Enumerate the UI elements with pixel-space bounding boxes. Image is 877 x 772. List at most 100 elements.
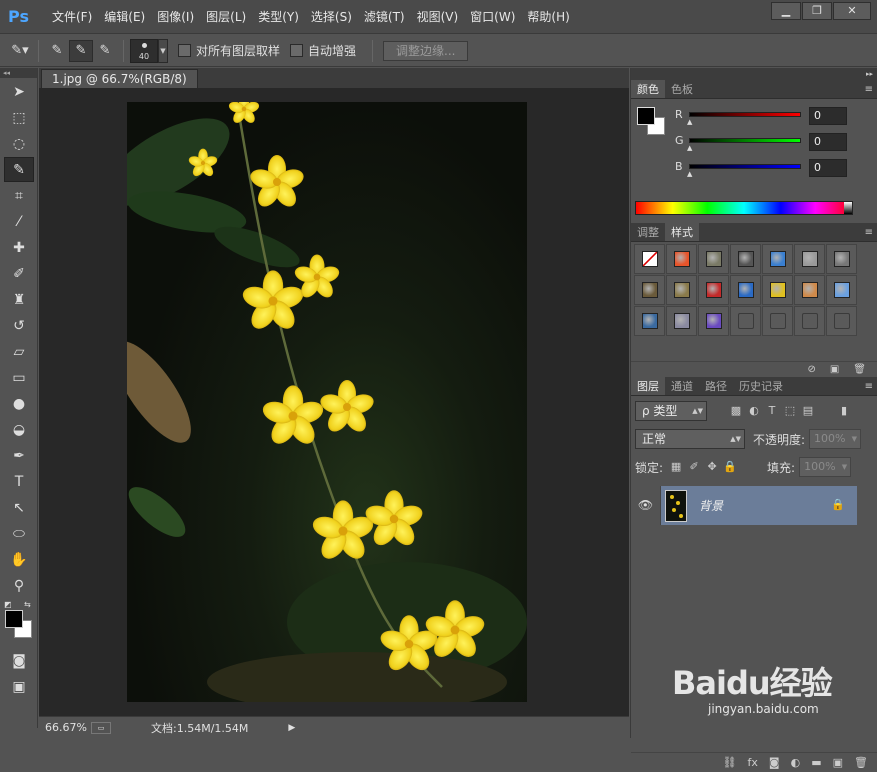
lock-image-icon[interactable]: ✐ [685, 458, 703, 476]
clear-style-icon[interactable]: ⊘ [807, 364, 815, 375]
link-icon[interactable]: ⛓ [723, 756, 737, 769]
move-tool-icon[interactable]: ➤ [4, 79, 34, 104]
style-swatch[interactable] [762, 306, 793, 336]
style-swatch[interactable] [794, 244, 825, 274]
menu-type[interactable]: 类型(Y) [252, 0, 305, 34]
menu-file[interactable]: 文件(F) [46, 0, 98, 34]
red-channel-value[interactable]: 0 [809, 107, 847, 125]
lasso-tool-icon[interactable]: ◌ [4, 131, 34, 156]
toolbox-grip-icon[interactable]: ◂◂ [0, 68, 37, 78]
tab-paths[interactable]: 路径 [699, 377, 733, 395]
eraser-tool-icon[interactable]: ▱ [4, 339, 34, 364]
fill-input[interactable]: 100% ▼ [799, 457, 852, 477]
ellipse-tool-icon[interactable]: ⬭ [4, 521, 34, 546]
mask-icon[interactable]: ◙ [769, 756, 780, 769]
path-selection-tool-icon[interactable]: ↖ [4, 495, 34, 520]
style-swatch[interactable] [698, 306, 729, 336]
new-selection-brush-icon[interactable]: ✎ [45, 40, 69, 62]
style-swatch[interactable] [730, 275, 761, 305]
maximize-button[interactable]: ❐ [802, 2, 832, 20]
lock-transparent-icon[interactable]: ▦ [667, 458, 685, 476]
menu-layer[interactable]: 图层(L) [200, 0, 252, 34]
style-swatch[interactable] [794, 275, 825, 305]
refine-edge-button[interactable]: 调整边缘... [383, 40, 469, 61]
filter-smart-object-icon[interactable]: ▤ [799, 402, 817, 420]
style-swatch[interactable] [826, 306, 857, 336]
green-slider-thumb-icon[interactable]: ▲ [687, 144, 692, 152]
style-swatch[interactable] [634, 275, 665, 305]
status-menu-arrow-icon[interactable]: ▶ [288, 723, 295, 733]
new-layer-icon[interactable]: ▣ [833, 756, 843, 769]
document-tab[interactable]: 1.jpg @ 66.7%(RGB/8) [41, 69, 198, 88]
filter-pixel-icon[interactable]: ▩ [727, 402, 745, 420]
healing-brush-tool-icon[interactable]: ✚ [4, 235, 34, 260]
blur-tool-icon[interactable]: ● [4, 391, 34, 416]
document-canvas-photo[interactable] [127, 102, 527, 702]
style-swatch[interactable] [826, 244, 857, 274]
style-swatch[interactable] [698, 244, 729, 274]
dodge-tool-icon[interactable]: ◒ [4, 417, 34, 442]
minimize-button[interactable]: ▁ [771, 2, 801, 20]
green-channel-slider[interactable] [689, 138, 801, 143]
swap-colors-icon[interactable]: ⇆ [24, 600, 31, 609]
lock-all-icon[interactable]: 🔒 [721, 458, 739, 476]
subtract-selection-brush-icon[interactable]: ✎ [93, 40, 117, 62]
foreground-color-swatch[interactable] [5, 610, 23, 628]
marquee-tool-icon[interactable]: ⬚ [4, 105, 34, 130]
menu-view[interactable]: 视图(V) [411, 0, 465, 34]
crop-tool-icon[interactable]: ⌗ [4, 183, 34, 208]
blue-channel-slider[interactable] [689, 164, 801, 169]
filter-type-icon[interactable]: T [763, 402, 781, 420]
tab-history[interactable]: 历史记录 [733, 377, 789, 395]
tab-adjustments[interactable]: 调整 [631, 223, 665, 241]
style-swatch[interactable] [794, 306, 825, 336]
color-panel-menu-icon[interactable]: ≡ [865, 80, 873, 99]
quick-mask-icon[interactable]: ◙ [4, 648, 34, 673]
blue-channel-value[interactable]: 0 [809, 159, 847, 177]
spectrum-gray-strip[interactable] [844, 202, 852, 214]
layer-filter-select[interactable]: ρ 类型 ▲▼ [635, 401, 707, 421]
quick-selection-tool-icon[interactable]: ✎ [4, 157, 34, 182]
layers-panel-menu-icon[interactable]: ≡ [865, 377, 873, 396]
brush-size-picker[interactable]: 40 [130, 38, 158, 63]
brush-dropdown-arrow-icon[interactable]: ▼ [158, 38, 168, 63]
style-swatch[interactable] [634, 244, 665, 274]
green-channel-value[interactable]: 0 [809, 133, 847, 151]
color-panel-foreground-swatch[interactable] [637, 107, 655, 125]
pen-tool-icon[interactable]: ✒ [4, 443, 34, 468]
screen-mode-icon[interactable]: ▣ [4, 674, 34, 699]
hand-tool-icon[interactable]: ✋ [4, 547, 34, 572]
menu-filter[interactable]: 滤镜(T) [358, 0, 411, 34]
tab-layers[interactable]: 图层 [631, 377, 665, 395]
tab-styles[interactable]: 样式 [665, 223, 699, 241]
style-swatch[interactable] [730, 306, 761, 336]
tool-preset-icon[interactable]: ✎▾ [8, 40, 32, 62]
lock-position-icon[interactable]: ✥ [703, 458, 721, 476]
close-button[interactable]: ✕ [833, 2, 871, 20]
styles-panel-menu-icon[interactable]: ≡ [865, 223, 873, 242]
style-swatch[interactable] [762, 275, 793, 305]
tab-swatches[interactable]: 色板 [665, 80, 699, 98]
type-tool-icon[interactable]: T [4, 469, 34, 494]
sample-all-layers-checkbox[interactable] [178, 44, 191, 57]
style-swatch[interactable] [634, 306, 665, 336]
menu-image[interactable]: 图像(I) [151, 0, 200, 34]
menu-window[interactable]: 窗口(W) [464, 0, 521, 34]
default-colors-icon[interactable]: ◩ [4, 600, 12, 609]
menu-edit[interactable]: 编辑(E) [98, 0, 151, 34]
style-swatch[interactable] [826, 275, 857, 305]
add-selection-brush-icon[interactable]: ✎ [69, 39, 93, 62]
color-spectrum-bar[interactable] [635, 201, 853, 215]
history-brush-tool-icon[interactable]: ↺ [4, 313, 34, 338]
style-swatch[interactable] [698, 275, 729, 305]
style-swatch[interactable] [666, 275, 697, 305]
menu-help[interactable]: 帮助(H) [521, 0, 575, 34]
layer-row[interactable]: 👁 背景 🔒 [631, 486, 857, 525]
blue-slider-thumb-icon[interactable]: ▲ [687, 170, 692, 178]
brush-tool-icon[interactable]: ✐ [4, 261, 34, 286]
style-swatch[interactable] [666, 306, 697, 336]
tab-color[interactable]: 颜色 [631, 80, 665, 98]
status-preview-icon[interactable]: ▭ [91, 721, 111, 734]
style-swatch[interactable] [730, 244, 761, 274]
canvas-background[interactable] [39, 88, 629, 716]
